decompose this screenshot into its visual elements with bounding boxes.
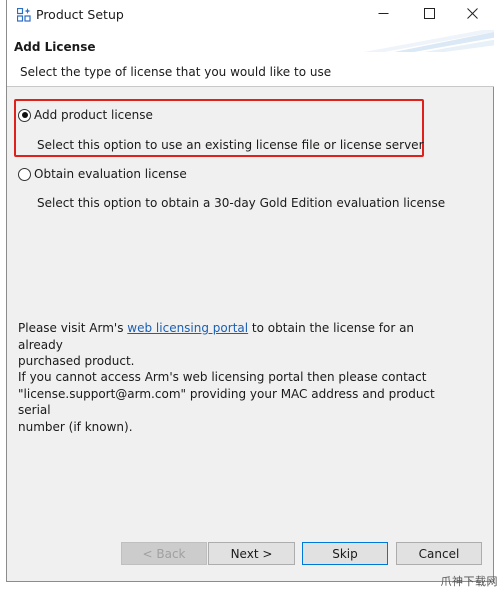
radio-obtain-evaluation-license[interactable] <box>18 167 31 181</box>
web-licensing-portal-link[interactable]: web licensing portal <box>127 321 248 335</box>
next-button[interactable]: Next > <box>208 542 295 565</box>
option-add-product-license[interactable]: Add product license <box>18 108 153 122</box>
title-bar[interactable]: Product Setup <box>7 0 494 30</box>
back-button[interactable]: < Back <box>121 542 207 565</box>
maximize-button[interactable] <box>407 0 451 30</box>
skip-button[interactable]: Skip <box>302 542 388 565</box>
info-text: number (if known). <box>18 419 133 434</box>
minimize-icon <box>378 8 389 22</box>
option-description: Select this option to use an existing li… <box>37 138 424 152</box>
close-icon <box>466 8 478 22</box>
product-setup-window: Product Setup Add License Select the typ… <box>6 0 494 582</box>
product-setup-icon <box>16 7 32 22</box>
maximize-icon <box>423 8 435 22</box>
option-description: Select this option to obtain a 30-day Go… <box>37 196 446 210</box>
info-text: If you cannot access Arm's web licensing… <box>18 370 427 384</box>
info-text: Please visit Arm's <box>18 321 124 335</box>
option-obtain-evaluation-license[interactable]: Obtain evaluation license <box>18 167 187 181</box>
wizard-header: Add License Select the type of license t… <box>7 30 494 86</box>
minimize-button[interactable] <box>361 0 405 30</box>
info-text: "license.support@arm.com" providing your… <box>18 386 435 418</box>
option-label: Add product license <box>34 108 153 122</box>
close-button[interactable] <box>450 0 494 30</box>
watermark: 爪神下载网 <box>440 575 498 588</box>
header-decoration <box>364 30 494 52</box>
header-divider <box>7 86 494 87</box>
page-title: Add License <box>14 40 96 54</box>
radio-add-product-license[interactable] <box>18 108 31 122</box>
option-label: Obtain evaluation license <box>34 167 187 181</box>
cancel-button[interactable]: Cancel <box>396 542 482 565</box>
window-title: Product Setup <box>36 7 124 22</box>
info-text: purchased product. <box>18 354 135 368</box>
support-contact-info: If you cannot access Arm's web licensing… <box>18 369 458 435</box>
licensing-portal-info: Please visit Arm's web licensing portal … <box>18 320 458 370</box>
page-subtitle: Select the type of license that you woul… <box>20 65 332 79</box>
